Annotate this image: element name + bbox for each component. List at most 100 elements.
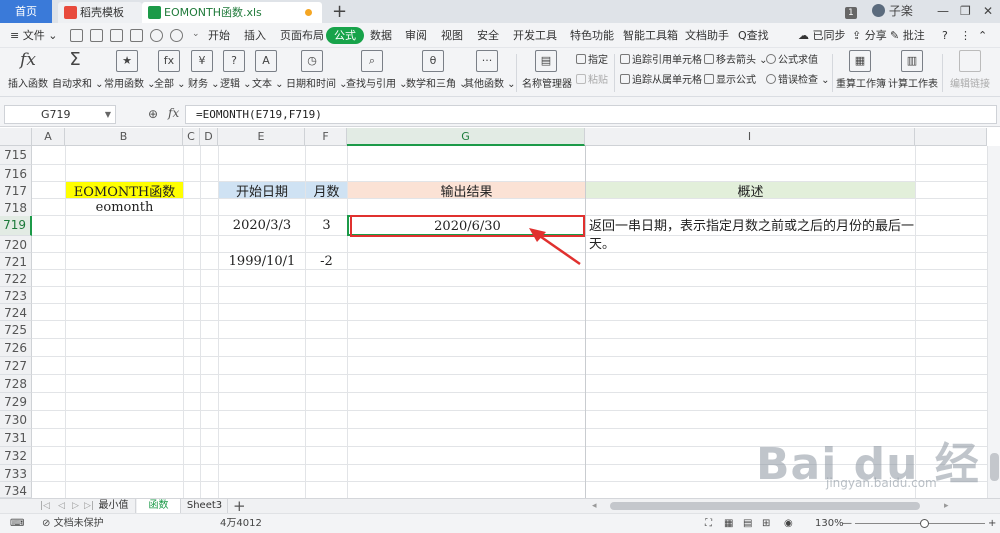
recalc-workbook-button[interactable]: ▦ 重算工作簿: [836, 50, 886, 90]
row-header-733[interactable]: 733: [0, 465, 32, 482]
sheet-tab-sheet3[interactable]: Sheet3: [182, 499, 228, 513]
tab-template[interactable]: 稻壳模板: [58, 2, 142, 23]
show-formulas-button[interactable]: 显示公式: [704, 74, 756, 88]
row-header-725[interactable]: 725: [0, 321, 32, 339]
vertical-scroll-thumb[interactable]: [990, 453, 999, 481]
cell-i719[interactable]: 返回一串日期，表示指定月数之前或之后的月份的最后一天。: [586, 217, 915, 255]
sheet-tab-min[interactable]: 最小值: [92, 499, 136, 513]
search-button[interactable]: Q查找: [738, 23, 769, 48]
zoom-lens-icon[interactable]: ⊕: [148, 107, 158, 121]
column-header-i[interactable]: I: [585, 128, 915, 146]
edit-links-button[interactable]: 编辑链接: [946, 50, 994, 90]
row-header-719[interactable]: 719: [0, 216, 32, 236]
insert-function-button[interactable]: fx 插入函数: [8, 50, 48, 90]
tab-file[interactable]: EOMONTH函数.xls: [142, 2, 322, 23]
menu-item-doc-assistant[interactable]: 文档助手: [685, 23, 729, 48]
text-functions-button[interactable]: A 文本 ⌄: [252, 50, 284, 90]
minimize-button[interactable]: —: [937, 0, 949, 23]
cell-b718[interactable]: eomonth: [66, 199, 183, 215]
column-header-d[interactable]: D: [200, 128, 218, 146]
row-header-722[interactable]: 722: [0, 270, 32, 287]
tab-home[interactable]: 首页: [0, 0, 52, 23]
trace-dependents-button[interactable]: 追踪从属单元格: [620, 74, 702, 88]
menu-item-features[interactable]: 特色功能: [570, 23, 614, 48]
common-functions-button[interactable]: ★ 常用函数 ⌄: [104, 50, 156, 90]
menu-item-review[interactable]: 审阅: [405, 23, 427, 48]
row-header-727[interactable]: 727: [0, 357, 32, 375]
prev-sheet-icon[interactable]: ◁: [58, 499, 65, 513]
next-sheet-icon[interactable]: ▷: [72, 499, 79, 513]
print-icon[interactable]: [110, 29, 123, 42]
cell-f721[interactable]: -2: [306, 253, 347, 269]
menu-item-page-layout[interactable]: 页面布局: [280, 23, 324, 48]
calc-sheet-button[interactable]: ▥ 计算工作表: [888, 50, 938, 90]
finance-button[interactable]: ¥ 财务 ⌄: [188, 50, 220, 90]
logic-button[interactable]: ? 逻辑 ⌄: [220, 50, 252, 90]
cell-e721[interactable]: 1999/10/1: [219, 253, 305, 269]
menu-item-data[interactable]: 数据: [370, 23, 392, 48]
all-functions-button[interactable]: fx 全部 ⌄: [154, 50, 186, 90]
column-header-g[interactable]: G: [347, 128, 585, 146]
column-header-c[interactable]: C: [183, 128, 200, 146]
menu-item-security[interactable]: 安全: [477, 23, 499, 48]
remove-arrows-button[interactable]: 移去箭头 ⌄: [704, 54, 768, 68]
cell-g717[interactable]: 输出结果: [348, 182, 585, 198]
menu-item-formula[interactable]: 公式: [326, 27, 364, 44]
menu-item-toolbox[interactable]: 智能工具箱: [623, 23, 678, 48]
lookup-button[interactable]: ⌕ 查找与引用 ⌄: [346, 50, 408, 90]
sync-button[interactable]: ☁ 已同步: [798, 23, 846, 48]
column-header-a[interactable]: A: [32, 128, 65, 146]
error-check-button[interactable]: 错误检查 ⌄: [766, 74, 830, 88]
more-icon[interactable]: ⋮: [960, 23, 971, 48]
vertical-scrollbar[interactable]: [987, 146, 1000, 498]
first-sheet-icon[interactable]: |◁: [40, 499, 50, 513]
menu-item-view[interactable]: 视图: [441, 23, 463, 48]
column-header-blank[interactable]: [915, 128, 987, 146]
window-count-badge[interactable]: 1: [845, 0, 857, 23]
column-header-f[interactable]: F: [305, 128, 347, 146]
save-icon[interactable]: [70, 29, 83, 42]
cell-f719[interactable]: 3: [306, 216, 347, 235]
menu-item-insert[interactable]: 插入: [244, 23, 266, 48]
trace-precedents-button[interactable]: 追踪引用单元格: [620, 54, 702, 68]
menu-item-developer[interactable]: 开发工具: [513, 23, 557, 48]
name-box-dropdown-icon[interactable]: ▼: [105, 106, 111, 123]
redo-icon[interactable]: [170, 29, 183, 42]
row-header-715[interactable]: 715: [0, 146, 32, 165]
row-header-728[interactable]: 728: [0, 375, 32, 393]
zoom-out-button[interactable]: —: [842, 514, 852, 533]
row-header-734[interactable]: 734: [0, 482, 32, 498]
scroll-left-icon[interactable]: ◂: [592, 499, 597, 513]
page-layout-icon[interactable]: ▤: [743, 514, 752, 533]
specify-button[interactable]: 指定: [576, 54, 608, 68]
select-all-corner[interactable]: [0, 128, 32, 146]
row-header-731[interactable]: 731: [0, 429, 32, 447]
row-header-721[interactable]: 721: [0, 253, 32, 270]
collapse-ribbon-icon[interactable]: ⌃: [978, 23, 987, 48]
row-header-726[interactable]: 726: [0, 339, 32, 357]
file-menu[interactable]: ≡ 文件 ⌄: [10, 23, 57, 48]
undo-icon[interactable]: [150, 29, 163, 42]
row-header-724[interactable]: 724: [0, 304, 32, 321]
autosum-button[interactable]: Σ 自动求和 ⌄: [52, 50, 104, 91]
sheet-tab-function[interactable]: 函数: [137, 499, 181, 513]
zoom-level[interactable]: 130%: [815, 514, 844, 533]
close-button[interactable]: ✕: [983, 0, 993, 23]
quick-access-dropdown-icon[interactable]: ⌄: [192, 29, 200, 39]
export-icon[interactable]: [90, 29, 103, 42]
row-header-729[interactable]: 729: [0, 393, 32, 411]
other-functions-button[interactable]: ··· 其他函数 ⌄: [464, 50, 516, 90]
menu-item-start[interactable]: 开始: [208, 23, 230, 48]
row-header-730[interactable]: 730: [0, 411, 32, 429]
row-header-732[interactable]: 732: [0, 447, 32, 465]
horizontal-scrollbar[interactable]: [600, 501, 940, 511]
protect-status[interactable]: ⊘ 文档未保护: [42, 514, 104, 533]
zoom-slider-knob[interactable]: [920, 519, 929, 528]
zoom-in-button[interactable]: +: [988, 514, 996, 533]
macro-record-icon[interactable]: ⌨: [10, 514, 24, 533]
row-header-720[interactable]: 720: [0, 236, 32, 253]
page-break-icon[interactable]: ⊞: [762, 514, 770, 533]
help-button[interactable]: ?: [942, 23, 948, 48]
column-header-b[interactable]: B: [65, 128, 183, 146]
datetime-button[interactable]: ◷ 日期和时间 ⌄: [286, 50, 348, 90]
